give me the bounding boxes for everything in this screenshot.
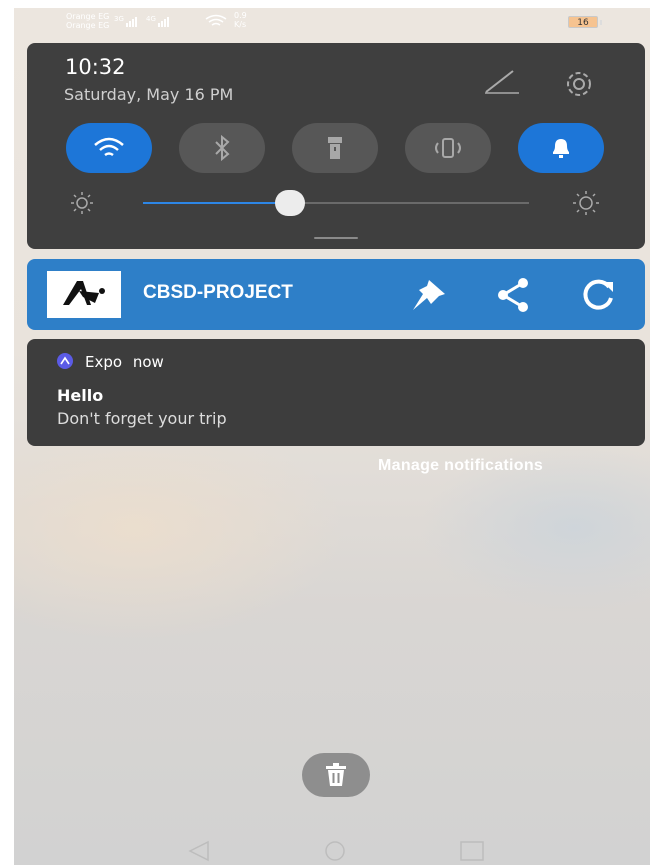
expo-app-row: Expo now — [85, 353, 164, 371]
toggle-wifi[interactable] — [66, 123, 152, 173]
settings-gear-icon[interactable] — [559, 67, 599, 101]
carrier-2: Orange EG — [66, 21, 110, 30]
brightness-high-icon — [573, 191, 599, 215]
refresh-icon[interactable] — [579, 276, 619, 314]
brightness-slider-thumb[interactable] — [274, 190, 305, 216]
carrier-1: Orange EG — [66, 12, 110, 21]
nav-home-icon[interactable] — [320, 840, 350, 862]
expo-notification-title: Hello — [57, 386, 104, 405]
nav-back-icon[interactable] — [186, 840, 212, 862]
expo-notification[interactable]: Expo now Hello Don't forget your trip — [27, 339, 645, 446]
app-notification-title: CBSD-PROJECT — [143, 282, 293, 303]
vibrate-icon — [435, 138, 461, 158]
panel-drag-handle[interactable] — [314, 237, 358, 239]
expo-app-name: Expo — [85, 353, 123, 371]
app-logo-icon — [63, 281, 105, 305]
app-notification[interactable]: CBSD-PROJECT — [27, 259, 645, 330]
toggle-flashlight[interactable] — [292, 123, 378, 173]
clock-date: Saturday, May 16 PM — [64, 85, 234, 104]
quick-settings-panel: 10:32 Saturday, May 16 PM — [27, 43, 645, 249]
battery-tip — [600, 20, 602, 25]
signal-3g-icon: 3G — [114, 15, 137, 27]
bell-icon — [553, 139, 569, 158]
expo-notification-time: now — [132, 353, 164, 371]
signal-4g-icon: 4G — [146, 15, 169, 27]
status-bar: Orange EG Orange EG 3G 4G 0.9 K/s 16 — [14, 8, 650, 42]
share-icon[interactable] — [493, 276, 533, 314]
toggle-sound[interactable] — [518, 123, 604, 173]
app-logo — [47, 271, 121, 318]
notification-shade: Orange EG Orange EG 3G 4G 0.9 K/s 16 10:… — [14, 8, 650, 865]
clock-time: 10:32 — [65, 55, 126, 79]
expo-app-icon — [57, 353, 73, 369]
edit-icon[interactable] — [481, 67, 521, 97]
brightness-row — [27, 188, 645, 218]
brightness-slider-fill — [143, 202, 290, 204]
net-speed: 0.9 K/s — [234, 11, 247, 29]
battery-indicator: 16 — [568, 16, 598, 28]
toggle-bluetooth[interactable] — [179, 123, 265, 173]
carrier-labels: Orange EG Orange EG — [66, 12, 109, 30]
expo-notification-body: Don't forget your trip — [57, 409, 227, 428]
wifi-icon — [94, 137, 124, 157]
net-speed-value: 0.9 — [234, 11, 247, 20]
pin-icon[interactable] — [405, 276, 449, 314]
toggle-vibrate[interactable] — [405, 123, 491, 173]
trash-icon — [326, 763, 346, 786]
net-type-2: 4G — [146, 15, 156, 23]
wifi-status-icon — [205, 14, 227, 26]
net-type-1: 3G — [114, 15, 124, 23]
nav-recents-icon[interactable] — [458, 840, 486, 862]
manage-notifications-link[interactable]: Manage notifications — [378, 457, 543, 475]
clear-all-button[interactable] — [302, 753, 370, 797]
flashlight-icon — [328, 137, 342, 159]
net-speed-unit: K/s — [234, 20, 247, 29]
bluetooth-icon — [215, 135, 230, 161]
brightness-low-icon — [71, 192, 93, 214]
